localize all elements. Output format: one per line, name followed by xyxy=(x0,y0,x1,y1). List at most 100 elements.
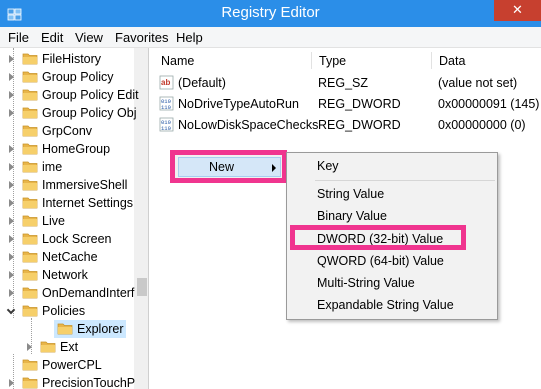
window-title: Registry Editor xyxy=(221,4,320,21)
tree-item-label: PowerCPL xyxy=(42,358,102,372)
tree-scrollbar-thumb[interactable] xyxy=(137,278,147,296)
expand-arrow-icon[interactable] xyxy=(9,55,14,63)
tree-item[interactable]: OnDemandInterf xyxy=(0,284,134,302)
tree-item[interactable]: ime xyxy=(0,158,134,176)
folder-icon xyxy=(57,323,73,335)
submenu-key[interactable]: Key xyxy=(317,159,339,173)
expand-arrow-icon[interactable] xyxy=(9,289,14,297)
value-name: (Default) xyxy=(178,76,226,90)
folder-icon xyxy=(22,179,38,191)
expand-arrow-icon[interactable] xyxy=(9,235,14,243)
expand-arrow-icon[interactable] xyxy=(9,379,14,387)
tree-item[interactable]: HomeGroup xyxy=(0,140,134,158)
value-row[interactable]: 010 110 NoLowDiskSpaceChecks REG_DWORD 0… xyxy=(153,115,541,135)
tree-item-label: Policies xyxy=(42,304,86,318)
binary-value-icon: 010 110 xyxy=(159,117,174,132)
column-divider[interactable] xyxy=(311,52,312,69)
tree-item-label: Ext xyxy=(60,340,79,354)
tree-item[interactable]: PrecisionTouchP xyxy=(0,374,135,389)
submenu-separator xyxy=(315,180,495,181)
tree-item[interactable]: Group Policy xyxy=(0,68,134,86)
folder-icon xyxy=(22,377,38,389)
folder-icon xyxy=(22,269,38,281)
folder-icon xyxy=(22,251,38,263)
expand-arrow-icon[interactable] xyxy=(9,253,14,261)
highlight-box-new xyxy=(170,150,287,183)
folder-icon xyxy=(22,89,38,101)
tree-item-label: Group Policy xyxy=(42,70,114,84)
submenu-multi-string-value[interactable]: Multi-String Value xyxy=(317,276,415,290)
binary-value-icon: 010 110 xyxy=(159,96,174,111)
value-name: NoDriveTypeAutoRun xyxy=(178,97,299,111)
tree-item[interactable]: NetCache xyxy=(0,248,134,266)
menu-help[interactable]: Help xyxy=(176,30,203,45)
tree-item[interactable]: Group Policy Obj xyxy=(0,104,137,122)
column-header-name[interactable]: Name xyxy=(161,48,194,72)
folder-icon xyxy=(22,53,38,65)
tree-item[interactable]: Network xyxy=(0,266,134,284)
menu-favorites[interactable]: Favorites xyxy=(115,30,168,45)
tree-item-label: NetCache xyxy=(42,250,98,264)
svg-text:110: 110 xyxy=(161,125,171,132)
folder-icon xyxy=(40,341,56,353)
submenu-qword-value[interactable]: QWORD (64-bit) Value xyxy=(317,254,444,268)
tree-item[interactable]: Explorer xyxy=(54,320,126,338)
folder-icon xyxy=(22,143,38,155)
tree-item-label: Lock Screen xyxy=(42,232,112,246)
menu-edit[interactable]: Edit xyxy=(41,30,63,45)
menu-view[interactable]: View xyxy=(75,30,103,45)
tree-item[interactable]: Lock Screen xyxy=(0,230,134,248)
value-data: 0x00000000 (0) xyxy=(438,118,526,132)
folder-icon xyxy=(22,359,38,371)
expand-arrow-icon[interactable] xyxy=(9,109,14,117)
tree-item-label: GrpConv xyxy=(42,124,93,138)
tree-item[interactable]: Group Policy Edit xyxy=(0,86,139,104)
value-row[interactable]: ab (Default) REG_SZ (value not set) xyxy=(153,73,541,93)
value-row[interactable]: 010 110 NoDriveTypeAutoRun REG_DWORD 0x0… xyxy=(153,94,541,114)
submenu-expandable-string-value[interactable]: Expandable String Value xyxy=(317,298,454,312)
tree-item[interactable]: FileHistory xyxy=(0,50,134,68)
tree-item[interactable]: PowerCPL xyxy=(0,356,134,374)
submenu-string-value[interactable]: String Value xyxy=(317,187,384,201)
tree-item[interactable]: Policies xyxy=(0,302,134,320)
expand-arrow-open-icon[interactable] xyxy=(6,305,16,315)
folder-icon xyxy=(22,287,38,299)
menu-bar: File Edit View Favorites Help xyxy=(0,27,541,48)
value-data: (value not set) xyxy=(438,76,518,90)
string-value-icon: ab xyxy=(159,75,174,90)
menu-file[interactable]: File xyxy=(8,30,29,45)
tree-item[interactable]: GrpConv xyxy=(0,122,134,140)
column-header-data[interactable]: Data xyxy=(439,48,465,72)
expand-arrow-icon[interactable] xyxy=(9,73,14,81)
tree-item[interactable]: Internet Settings xyxy=(0,194,134,212)
value-type: REG_SZ xyxy=(318,76,369,90)
tree-item-label: Internet Settings xyxy=(42,196,134,210)
expand-arrow-icon[interactable] xyxy=(9,91,14,99)
tree-item-label: ime xyxy=(42,160,63,174)
expand-arrow-icon[interactable] xyxy=(9,163,14,171)
expand-arrow-icon[interactable] xyxy=(27,343,32,351)
tree-item-label: Group Policy Obj xyxy=(42,106,137,120)
expand-arrow-icon[interactable] xyxy=(9,271,14,279)
folder-icon xyxy=(22,71,38,83)
registry-tree[interactable]: FileHistory Group Policy Group Policy Edit… xyxy=(0,48,149,389)
expand-arrow-icon[interactable] xyxy=(9,181,14,189)
column-header-type[interactable]: Type xyxy=(319,48,346,72)
expand-arrow-icon[interactable] xyxy=(9,199,14,207)
folder-icon xyxy=(22,305,38,317)
folder-icon xyxy=(22,107,38,119)
folder-icon xyxy=(22,233,38,245)
close-button[interactable]: ✕ xyxy=(494,0,541,21)
tree-item[interactable]: Ext xyxy=(0,338,134,356)
tree-item-label: Network xyxy=(42,268,88,282)
tree-item-label: ImmersiveShell xyxy=(42,178,128,192)
svg-text:110: 110 xyxy=(161,104,171,111)
tree-item[interactable]: ImmersiveShell xyxy=(0,176,134,194)
svg-text:ab: ab xyxy=(161,78,170,87)
column-divider[interactable] xyxy=(431,52,432,69)
expand-arrow-icon[interactable] xyxy=(9,217,14,225)
expand-arrow-icon[interactable] xyxy=(9,145,14,153)
tree-item-label: Live xyxy=(42,214,65,228)
tree-item[interactable]: Live xyxy=(0,212,134,230)
submenu-binary-value[interactable]: Binary Value xyxy=(317,209,387,223)
